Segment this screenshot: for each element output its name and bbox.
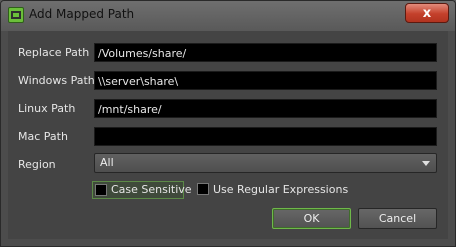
app-icon [8,7,24,23]
regex-checkbox[interactable] [197,183,209,195]
mac-path-input[interactable] [94,127,437,146]
chevron-down-icon [422,161,430,166]
windows-path-label: Windows Path [18,74,95,87]
regex-label: Use Regular Expressions [213,183,349,196]
cancel-button[interactable]: Cancel [358,208,437,229]
case-sensitive-label: Case Sensitive [111,183,192,196]
linux-path-input[interactable]: /mnt/share/ [94,99,437,118]
dialog-body: Replace Path /Volumes/share/ Windows Pat… [8,31,448,239]
linux-path-label: Linux Path [18,102,76,115]
region-selected-value: All [100,156,114,169]
regex-option[interactable]: Use Regular Expressions [195,181,349,199]
window-title: Add Mapped Path [29,7,135,21]
region-dropdown[interactable]: All [94,153,437,173]
close-button[interactable]: x [405,3,449,23]
close-icon: x [422,6,432,21]
windows-path-input[interactable]: \\server\share\ [94,71,437,90]
case-sensitive-option[interactable]: Case Sensitive [92,181,192,199]
dialog-window: Add Mapped Path x Replace Path /Volumes/… [0,0,456,247]
replace-path-label: Replace Path [18,46,90,59]
replace-path-input[interactable]: /Volumes/share/ [94,43,437,62]
region-label: Region [18,158,56,171]
mac-path-label: Mac Path [18,130,68,143]
ok-button[interactable]: OK [272,208,351,229]
case-sensitive-checkbox[interactable] [95,184,107,196]
title-bar[interactable]: Add Mapped Path x [1,1,455,31]
